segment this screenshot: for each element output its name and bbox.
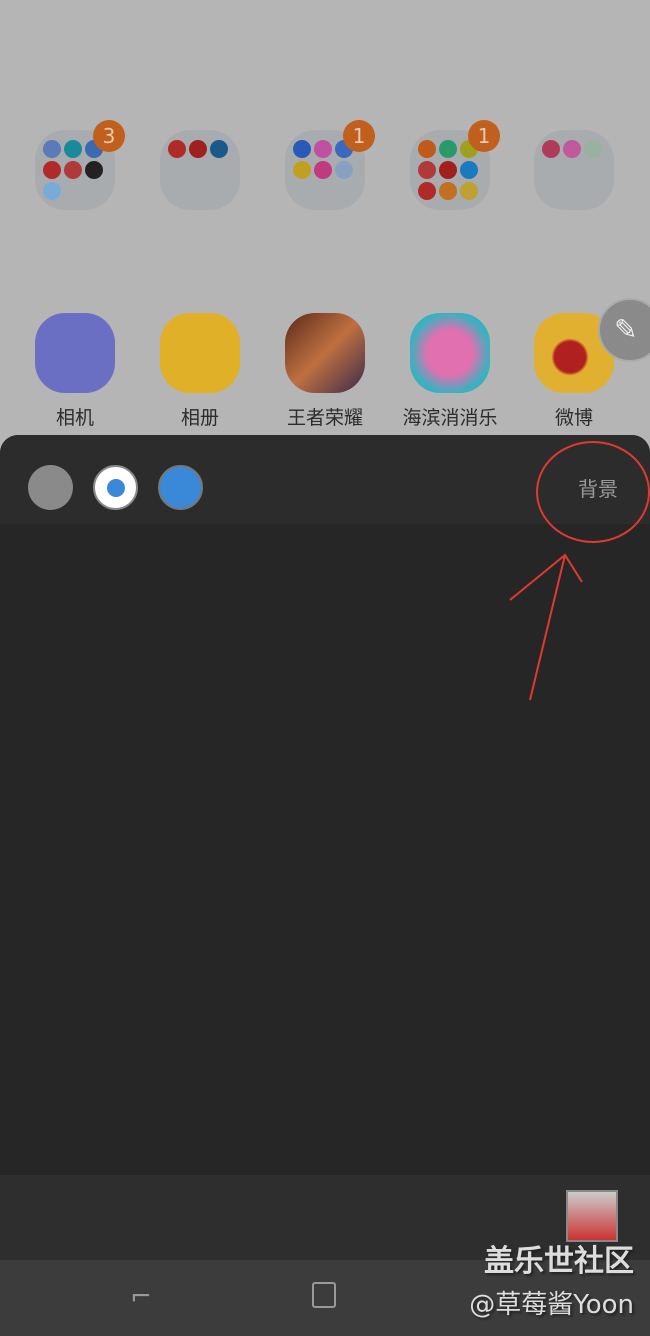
- annotation-circle: [536, 441, 650, 543]
- annotation-arrow: [509, 553, 583, 701]
- annotation: [509, 441, 650, 701]
